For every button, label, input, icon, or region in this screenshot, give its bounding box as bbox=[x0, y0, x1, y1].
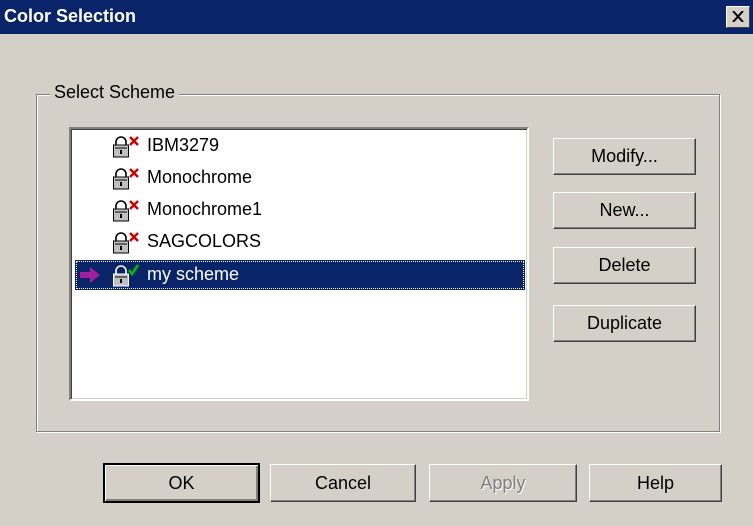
close-button[interactable] bbox=[726, 6, 750, 28]
modify-button[interactable]: Modify... bbox=[553, 138, 696, 175]
list-item-label: Monochrome bbox=[147, 167, 253, 187]
duplicate-button[interactable]: Duplicate bbox=[553, 305, 696, 342]
apply-button[interactable]: Apply bbox=[429, 464, 577, 502]
lock-invalid-icon bbox=[113, 136, 139, 158]
window-title: Color Selection bbox=[4, 6, 137, 26]
ok-button[interactable]: OK bbox=[103, 463, 260, 503]
cancel-button[interactable]: Cancel bbox=[270, 464, 416, 502]
lock-valid-icon bbox=[113, 264, 140, 287]
new-button[interactable]: New... bbox=[553, 192, 696, 229]
list-item[interactable]: Monochrome1 bbox=[75, 195, 525, 225]
list-item-label: SAGCOLORS bbox=[147, 231, 262, 251]
current-scheme-arrow-icon bbox=[80, 267, 100, 283]
list-item[interactable]: SAGCOLORS bbox=[75, 227, 525, 257]
list-item[interactable]: IBM3279 bbox=[75, 131, 525, 161]
list-item-label: my scheme bbox=[147, 264, 240, 284]
scheme-listbox[interactable]: IBM3279 Monochrome Monochrome1 SAGCOLORS… bbox=[69, 127, 529, 401]
lock-invalid-icon bbox=[113, 232, 139, 254]
list-item-selected[interactable]: my scheme bbox=[75, 260, 525, 290]
delete-button[interactable]: Delete bbox=[553, 247, 696, 284]
list-item[interactable]: Monochrome bbox=[75, 163, 525, 193]
group-legend: Select Scheme bbox=[50, 82, 180, 103]
lock-invalid-icon bbox=[113, 168, 139, 190]
list-item-label: Monochrome1 bbox=[147, 199, 263, 219]
close-icon bbox=[732, 11, 744, 22]
title-bar[interactable]: Color Selection bbox=[0, 0, 753, 34]
lock-invalid-icon bbox=[113, 200, 139, 222]
list-item-label: IBM3279 bbox=[147, 135, 220, 155]
help-button[interactable]: Help bbox=[589, 464, 722, 502]
